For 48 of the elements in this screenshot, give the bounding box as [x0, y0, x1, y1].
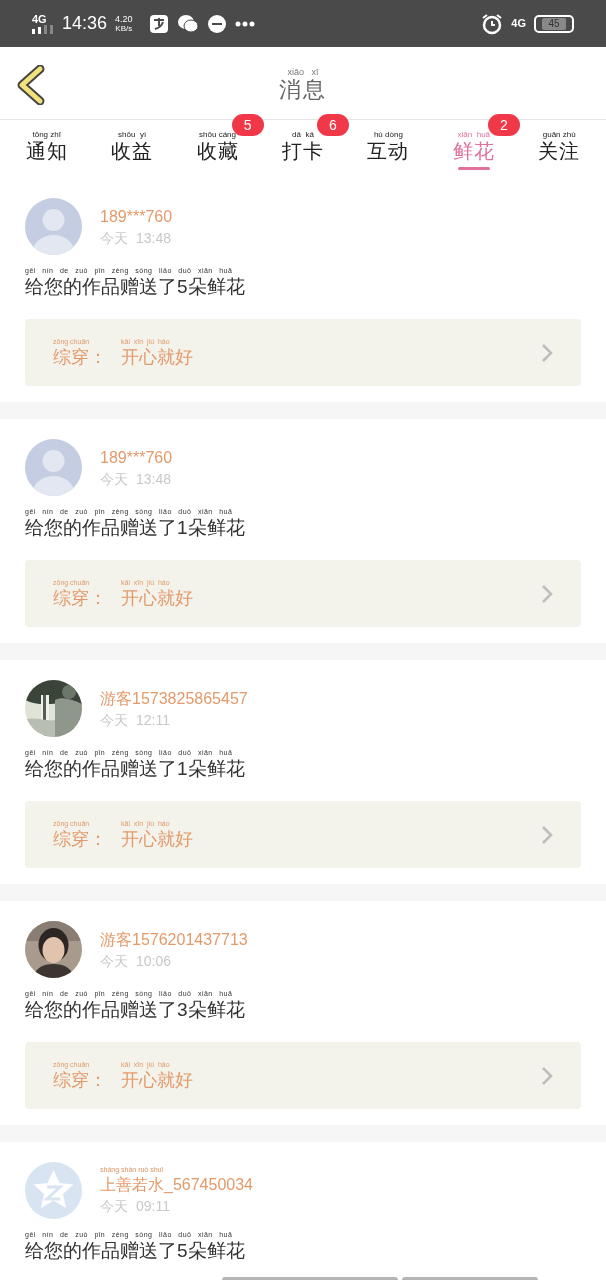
chevron-right-icon: [541, 342, 553, 363]
work-title: 开心就好: [121, 346, 193, 368]
tab[interactable]: guān zhù 关注: [534, 120, 585, 178]
tab[interactable]: shōu yì 收益: [107, 120, 158, 178]
avatar-icon: [25, 1162, 82, 1219]
back-icon: [16, 65, 46, 105]
work-title: 开心就好: [121, 828, 193, 850]
tab[interactable]: hù dòng 互动: [363, 120, 414, 178]
network-label: 4G: [32, 13, 47, 25]
work-category: 综穿：: [53, 346, 107, 368]
avatar-icon: [25, 439, 82, 496]
back-button[interactable]: [16, 65, 46, 105]
app-notification-icon: [148, 13, 169, 34]
message-text: 给您的作品赠送了1朵鲜花: [25, 516, 246, 540]
user-name: 上善若水_567450034: [100, 1174, 253, 1195]
user-name: 189***760: [100, 447, 173, 468]
more-icon: [234, 20, 255, 27]
network-label: 4G: [511, 16, 526, 32]
user-name: 189***760: [100, 206, 173, 227]
page-title: 消息: [279, 77, 327, 103]
battery-level: 45: [542, 17, 566, 30]
message-text: 给您的作品赠送了5朵鲜花: [25, 1239, 246, 1263]
tab-underline: [457, 167, 490, 170]
message-text: 给您的作品赠送了1朵鲜花: [25, 757, 246, 781]
tab[interactable]: tōng zhī 通知: [21, 120, 72, 178]
work-category: 综穿：: [53, 587, 107, 609]
message-text: 给您的作品赠送了3朵鲜花: [25, 998, 246, 1022]
signal-icon: [32, 25, 54, 34]
user-name: 游客1573825865457: [100, 688, 248, 709]
message-text: 给您的作品赠送了5朵鲜花: [25, 275, 246, 299]
speed-unit: KB/s: [115, 23, 133, 34]
title-pinyin: xiāo xī: [287, 67, 319, 77]
chevron-right-icon: [541, 824, 553, 845]
chat-icon: [176, 13, 199, 34]
tab[interactable]: shōu cáng 收藏: [192, 120, 243, 178]
chevron-right-icon: [541, 583, 553, 604]
work-category: 综穿：: [53, 828, 107, 850]
avatar-icon: [25, 198, 82, 255]
alarm-icon: [481, 12, 504, 35]
app-notification-icon: [206, 13, 227, 34]
count-badge: 6: [316, 114, 349, 136]
chevron-right-icon: [541, 1065, 553, 1086]
user-name: 游客1576201437713: [100, 929, 248, 950]
work-title: 开心就好: [121, 587, 193, 609]
clock-time: 14:36: [62, 12, 108, 35]
work-title: 开心就好: [121, 1069, 193, 1091]
work-category: 综穿：: [53, 1069, 107, 1091]
network-speed: 4.20: [115, 13, 133, 24]
